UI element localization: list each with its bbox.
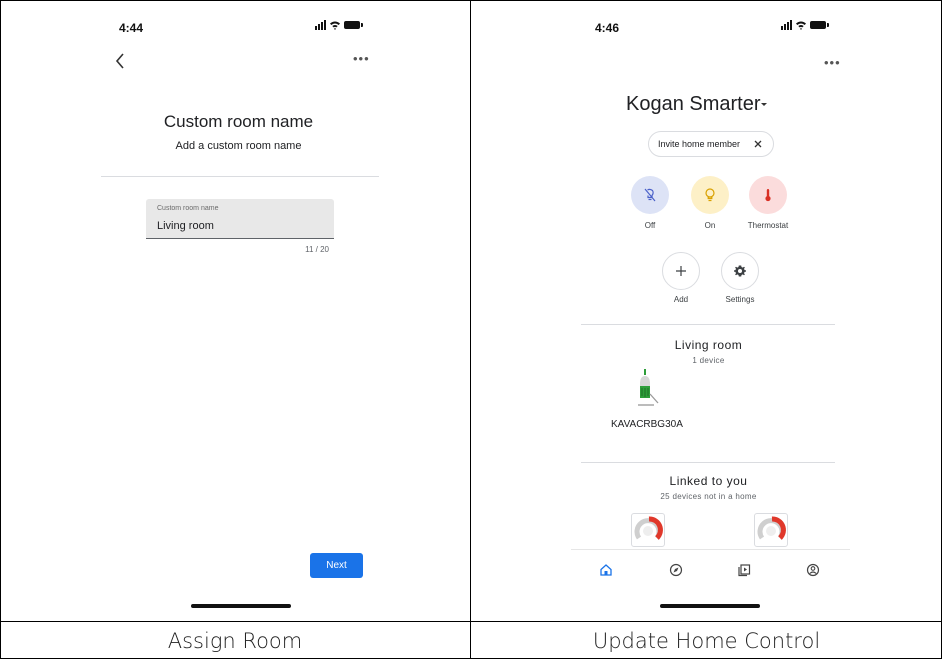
field-label: Custom room name [157,205,219,212]
room-name-input[interactable]: Living room [157,220,214,232]
signal-icon [781,20,792,30]
plus-icon [676,266,686,276]
divider [581,324,835,325]
invite-home-member-chip[interactable]: Invite home member [648,131,774,157]
bottom-nav-divider [571,549,850,550]
battery-icon [810,21,829,29]
wifi-icon [796,21,806,30]
page-subtitle: Add a custom room name [175,140,302,152]
linked-title: Linked to you [669,474,748,488]
close-icon[interactable] [752,138,764,150]
lightbulb-icon [705,188,715,202]
status-icons [315,20,363,30]
explore-icon[interactable] [669,563,683,577]
gauge-icon [634,516,663,540]
room-device-count: 1 device [692,356,725,365]
lights-on-button[interactable] [691,176,729,214]
signal-icon [315,20,326,30]
home-indicator[interactable] [660,604,760,608]
settings-label: Settings [725,295,755,304]
caption-right: Update Home Control [592,628,821,653]
page-title: Custom room name [163,112,314,131]
gauge-icon [757,516,786,540]
home-name[interactable]: Kogan Smarter [626,93,761,116]
status-time: 4:46 [595,21,620,35]
vacuum-device-icon [638,369,659,406]
wifi-icon [330,21,340,30]
divider [101,176,379,177]
settings-button[interactable] [721,252,759,290]
home-icon[interactable] [599,563,613,577]
gear-icon [734,265,746,277]
more-horiz-icon[interactable]: ••• [353,51,370,66]
account-icon[interactable] [806,563,820,577]
add-button[interactable] [662,252,700,290]
add-label: Add [673,295,689,304]
home-indicator[interactable] [191,604,291,608]
home-control-screen: 4:46 ••• Kogan Smarter Invite home membe… [471,1,941,621]
chevron-left-icon[interactable] [113,51,127,71]
linked-device-count: 25 devices not in a home [660,492,757,501]
linked-device-tile[interactable] [754,513,788,547]
device-name: KAVACRBG30A [611,419,683,430]
lights-off-button[interactable] [631,176,669,214]
room-name-field[interactable]: Custom room name Living room [146,199,334,239]
chip-label: Invite home member [658,139,741,149]
on-label: On [704,221,716,230]
divider [581,462,835,463]
caret-down-icon[interactable] [758,99,770,109]
thermostat-label: Thermostat [747,221,789,230]
panel-divider [470,0,471,659]
thermostat-button[interactable] [749,176,787,214]
linked-device-tile[interactable] [631,513,665,547]
status-time: 4:44 [119,21,144,35]
character-counter: 11 / 20 [305,245,329,254]
off-label: Off [644,221,656,230]
next-button[interactable]: Next [310,553,363,578]
room-title: Living room [674,338,743,352]
assign-room-screen: 4:44 ••• Custom room name Add a custom r… [1,1,470,621]
thermometer-icon [765,189,771,202]
battery-icon [344,21,363,29]
more-horiz-icon[interactable]: ••• [824,55,841,70]
caption-left: Assign Room [167,628,303,653]
media-icon[interactable] [737,563,751,577]
status-icons [781,20,829,30]
light-off-icon [644,188,656,202]
